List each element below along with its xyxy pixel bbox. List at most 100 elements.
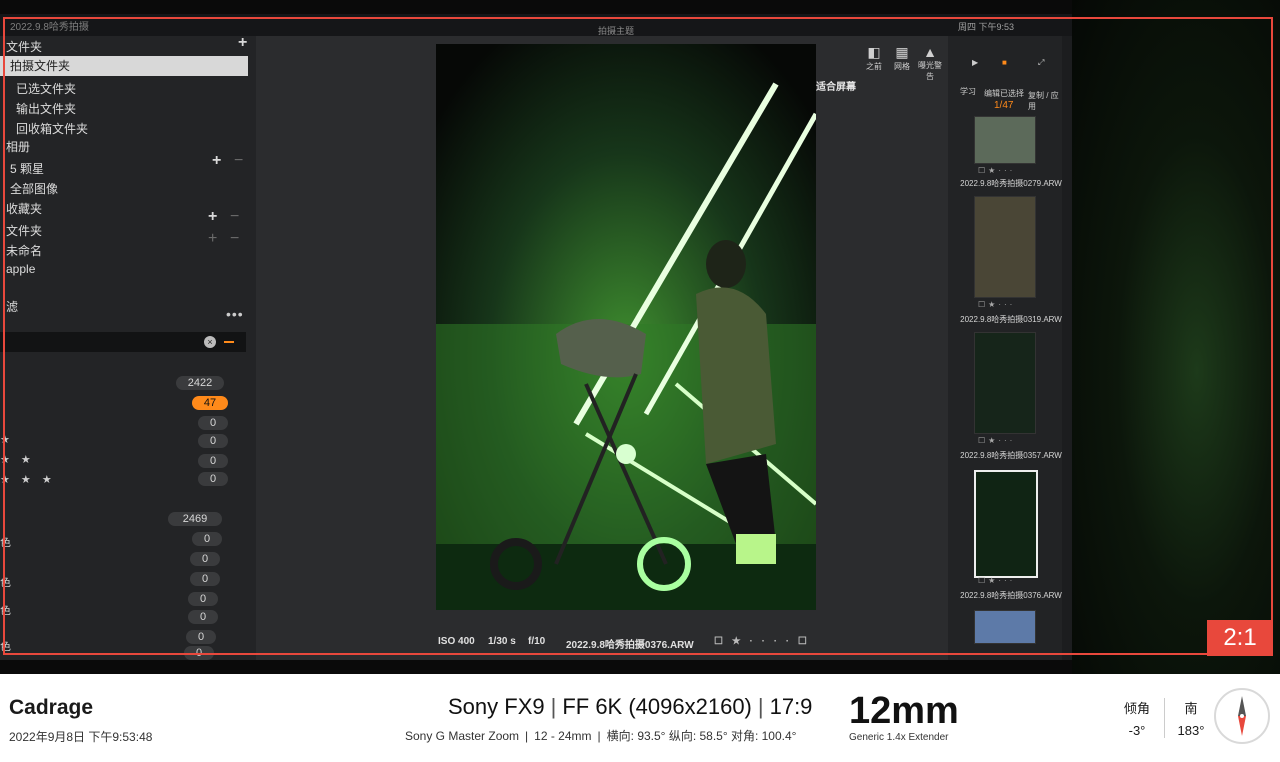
filter-search-input[interactable]: × xyxy=(0,332,246,352)
remove-favorite-icon[interactable]: − xyxy=(230,208,239,226)
filmstrip-thumbnail[interactable] xyxy=(974,116,1036,164)
sidebar-item-capture[interactable]: 拍摄文件夹 xyxy=(0,56,248,76)
library-sidebar: 文件夹 + 拍摄文件夹 已选文件夹 输出文件夹 回收箱文件夹 相册 + − 5 … xyxy=(0,34,257,660)
compass-needle xyxy=(1238,696,1246,736)
before-after-button[interactable]: ◧ 之前 xyxy=(860,44,888,72)
fit-to-screen-label[interactable]: 适合屏幕 xyxy=(816,78,856,93)
app-titlebar: 2022.9.8哈秀拍摄 拍摄主题 周四 下午9:53 xyxy=(0,14,1072,36)
grid-button[interactable]: ▦ 网格 xyxy=(888,44,916,72)
remove-album-icon[interactable]: − xyxy=(234,152,243,170)
toolbar-label: 之前 xyxy=(866,62,882,71)
filmstrip-browser: ▶ ■ ⤢ 学习 编辑已选择 复制 / 应用 1/47 ☐★··· 2022.9… xyxy=(948,36,1062,660)
add-album-icon[interactable]: + xyxy=(212,152,221,170)
remove-collection-icon[interactable]: − xyxy=(230,230,239,248)
sidebar-item-trash[interactable]: 回收箱文件夹 xyxy=(16,120,88,137)
thumbnail-filename: 2022.9.8哈秀拍摄0279.ARW xyxy=(960,179,1062,188)
camera-viewfinder: 2022.9.8哈秀拍摄 拍摄主题 周四 下午9:53 文件夹 + 拍摄文件夹 … xyxy=(0,0,1280,674)
thumbnail-rating[interactable]: ☐★··· xyxy=(978,576,1015,585)
color-label: 色 xyxy=(0,577,11,589)
divider xyxy=(1164,698,1165,738)
photo-illustration xyxy=(436,44,816,610)
filters-header: 滤 xyxy=(6,300,19,314)
count-badge: 0 xyxy=(190,572,220,586)
sidebar-item-output[interactable]: 输出文件夹 xyxy=(16,100,76,117)
learn-icon[interactable]: ▶ xyxy=(972,58,978,67)
count-badge: 0 xyxy=(188,610,218,624)
focal-length: 12mm xyxy=(849,690,959,732)
edit-selected-icon[interactable]: ■ xyxy=(1002,58,1007,67)
ambient-background xyxy=(1072,0,1280,674)
thumbnail-filename: 2022.9.8哈秀拍摄0357.ARW xyxy=(960,451,1062,460)
thumbnail-filename: 2022.9.8哈秀拍摄0376.ARW xyxy=(960,591,1062,600)
thumbnail-rating[interactable]: ☐★··· xyxy=(978,436,1015,445)
image-viewer: 适合屏幕 ◧ 之前 ▦ 网格 ▲ 曝光警告 ISO 400 1/30 s f/1… xyxy=(256,36,948,660)
camera-model: Sony FX9 xyxy=(448,694,545,719)
filmstrip-thumbnail[interactable] xyxy=(974,332,1036,434)
count-badge: 0 xyxy=(198,416,228,430)
aperture-value: f/10 xyxy=(528,636,546,647)
rating-1-star: ★ xyxy=(0,434,14,446)
heading-readout: 南 183° xyxy=(1170,698,1212,738)
sensor-format: FF 6K (4096x2160) xyxy=(562,694,752,719)
capture-datetime: 2022年9月8日 下午9:53:48 xyxy=(9,730,153,744)
shot-info-strip: Cadrage 2022年9月8日 下午9:53:48 Sony FX9 | FF … xyxy=(0,674,1280,762)
sidebar-item-untitled[interactable]: 未命名 xyxy=(6,242,42,259)
compass-icon xyxy=(1214,688,1270,744)
sidebar-item-label: 拍摄文件夹 xyxy=(10,59,71,73)
tilt-readout: 倾角 -3° xyxy=(1116,698,1158,738)
filmstrip-thumbnail[interactable] xyxy=(974,610,1036,644)
sidebar-item-apple[interactable]: apple xyxy=(6,262,35,276)
count-badge: 0 xyxy=(186,630,216,644)
menubar-clock: 周四 下午9:53 xyxy=(958,22,1015,32)
shutter-value: 1/30 s xyxy=(488,636,516,647)
count-badge: 0 xyxy=(184,646,214,660)
field-of-view: 横向: 93.5° 纵向: 58.5° 对角: 100.4° xyxy=(606,729,797,743)
add-collection-icon[interactable]: + xyxy=(208,230,217,248)
image-info-bar: ISO 400 1/30 s f/10 2022.9.8哈秀拍摄0376.ARW… xyxy=(436,632,816,652)
heading-label: 南 xyxy=(1184,701,1198,716)
clear-search-icon[interactable]: × xyxy=(204,336,216,348)
thumbnail-rating[interactable]: ☐★··· xyxy=(978,166,1015,175)
tilt-value: -3° xyxy=(1128,723,1146,738)
tilt-label: 倾角 xyxy=(1123,701,1150,716)
count-badge: 0 xyxy=(198,454,228,468)
edit-selected-label: 编辑已选择 xyxy=(984,89,1024,98)
exposure-warning-button[interactable]: ▲ 曝光警告 xyxy=(916,44,944,82)
aspect-ratio-badge[interactable]: 2:1 xyxy=(1207,620,1273,656)
sidebar-albums-header: 相册 xyxy=(6,140,31,154)
toolbar-label: 曝光警告 xyxy=(918,61,942,81)
library-title: 2022.9.8哈秀拍摄 xyxy=(10,22,89,33)
copy-apply-icon[interactable]: ⤢ xyxy=(1038,58,1044,68)
rating-2-star: ★ ★ xyxy=(0,454,35,466)
sort-order-icon[interactable] xyxy=(224,341,234,343)
aspect-value: 17:9 xyxy=(769,694,813,719)
toolbar-label: 网格 xyxy=(894,62,910,71)
lens-name: Sony G Master Zoom xyxy=(405,729,520,743)
main-photo[interactable] xyxy=(436,44,816,610)
filters-menu-icon[interactable]: ••• xyxy=(226,306,244,322)
lens-line: Sony G Master Zoom | 12 - 24mm | 横向: 93.5° 纵… xyxy=(405,729,797,743)
sidebar-collections-header: 文件夹 xyxy=(6,224,43,238)
sidebar-item-5-stars[interactable]: 5 颗星 xyxy=(10,160,44,177)
filmstrip-thumbnail-selected[interactable] xyxy=(974,470,1038,578)
thumbnail-rating[interactable]: ☐★··· xyxy=(978,300,1015,309)
extender-name: Generic 1.4x Extender xyxy=(849,732,949,743)
sidebar-item-selects[interactable]: 已选文件夹 xyxy=(16,80,76,97)
filmstrip-thumbnail[interactable] xyxy=(974,196,1036,298)
rating-stars[interactable]: ☐ ★ · · · · ☐ xyxy=(714,636,810,647)
iso-value: ISO 400 xyxy=(438,636,475,647)
count-all-badge: 2422 xyxy=(176,376,224,390)
add-favorite-icon[interactable]: + xyxy=(208,208,217,226)
sidebar-item-all-images[interactable]: 全部图像 xyxy=(10,180,58,197)
thumbnail-filename: 2022.9.8哈秀拍摄0319.ARW xyxy=(960,315,1062,324)
heading-value: 183° xyxy=(1177,723,1205,738)
sidebar-favorites-header: 收藏夹 xyxy=(6,202,43,216)
camera-line: Sony FX9 | FF 6K (4096x2160) | 17:9 xyxy=(448,694,813,719)
color-label: 色 xyxy=(0,537,11,549)
add-folder-icon[interactable]: + xyxy=(238,34,247,52)
count-badge: 0 xyxy=(198,472,228,486)
count-badge: 0 xyxy=(192,532,222,546)
grid-icon: ▦ xyxy=(895,44,909,60)
color-label: 色 xyxy=(0,605,11,617)
before-after-icon: ◧ xyxy=(867,44,881,60)
